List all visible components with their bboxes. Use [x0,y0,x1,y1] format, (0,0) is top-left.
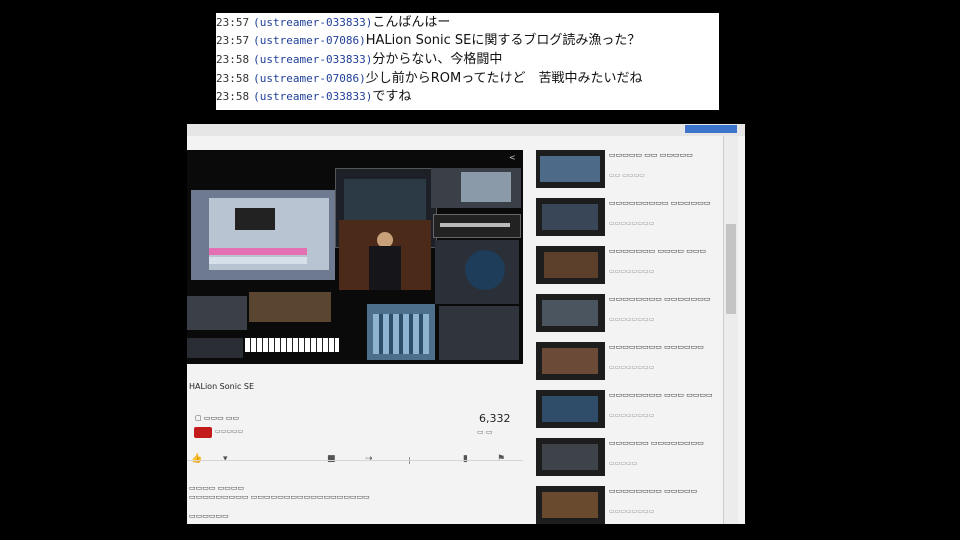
related-video-item[interactable]: ▭▭▭▭▭▭▭ ▭▭▭▭ ▭▭▭ ▭▭▭▭▭▭▭▭ [536,246,721,288]
stats-icon[interactable]: ▮ [463,454,468,464]
captured-browser-screen: < HALion Sonic SE ▢ ▭▭▭ ▭▭ ▭▭▭▭▭ 6,332 ▭… [187,124,745,524]
synth-panel [435,240,519,304]
chat-message: こんばんはー [372,15,451,30]
related-video-meta: ▭▭▭▭▭▭▭▭ [609,364,655,371]
chat-line: 23:57 (ustreamer-07086)HALion Sonic SEに関す… [216,32,640,50]
chat-username[interactable]: (ustreamer-033833) [253,16,372,29]
related-video-title[interactable]: ▭▭▭▭▭ ▭▭ ▭▭▭▭▭ [609,151,719,160]
related-video-title[interactable]: ▭▭▭▭▭▭▭▭ ▭▭▭ ▭▭▭▭ [609,391,719,400]
like-icon[interactable]: 👍 [191,454,202,464]
related-video-thumbnail[interactable] [536,150,605,188]
flag-icon[interactable]: ⚑ [497,454,505,464]
mixer-window [431,168,521,208]
thumbnail-panel [249,292,331,322]
like-counts[interactable]: ▭ ▭ [477,428,492,436]
browser-top-bar [187,124,745,136]
related-video-item[interactable]: ▭▭▭▭▭▭▭▭ ▭▭▭ ▭▭▭▭ ▭▭▭▭▭▭▭▭ [536,390,721,432]
related-video-title[interactable]: ▭▭▭▭▭▭▭▭ ▭▭▭▭▭▭ [609,343,719,352]
related-video-thumbnail[interactable] [536,438,605,476]
divider [187,460,523,461]
daw-window [191,190,335,280]
description-line: ▭▭▭▭▭▭ [189,512,229,520]
scrollbar-thumb[interactable] [726,224,736,314]
channel-name[interactable]: ▢ ▭▭▭ ▭▭ [195,414,239,422]
view-count: 6,332 [479,412,511,425]
related-video-thumbnail[interactable] [536,198,605,236]
chat-timestamp: 23:57 [216,34,250,47]
related-video-thumbnail[interactable] [536,390,605,428]
related-video-meta: ▭▭▭▭▭▭▭▭ [609,268,655,275]
chat-line: 23:57 (ustreamer-033833)こんばんはー [216,14,450,32]
related-video-meta: ▭▭ ▭▭▭▭ [609,172,645,179]
related-video-meta: ▭▭▭▭▭▭▭▭ [609,412,655,419]
related-video-title[interactable]: ▭▭▭▭▭▭▭ ▭▭▭▭ ▭▭▭ [609,247,719,256]
chat-username[interactable]: (ustreamer-033833) [253,90,372,103]
chat-username[interactable]: (ustreamer-07086) [253,72,366,85]
mixer-faders [367,304,435,360]
editor-panel [439,306,519,360]
chat-username[interactable]: (ustreamer-033833) [253,53,372,66]
chat-log: 23:57 (ustreamer-033833)こんばんはー 23:57 (ustr… [216,13,719,110]
related-video-item[interactable]: ▭▭▭▭▭▭ ▭▭▭▭▭▭▭▭ ▭▭▭▭▭ [536,438,721,480]
chat-line: 23:58 (ustreamer-033833)分からない、今格闘中 [216,51,502,69]
chat-timestamp: 23:58 [216,90,250,103]
track-panel [187,296,247,330]
related-video-meta: ▭▭▭▭▭▭▭▭ [609,508,655,515]
subscriber-count: ▭▭▭▭▭ [215,428,244,435]
related-video-meta: ▭▭▭▭▭▭▭▭ [609,316,655,323]
chat-message: HALion Sonic SEに関するブログ読み漁った？ [365,33,641,48]
chat-message: ですね [372,89,412,104]
chat-message: 少し前からROMってたけど 苦戦中みたいだね [365,71,643,86]
related-video-item[interactable]: ▭▭▭▭▭▭▭▭▭ ▭▭▭▭▭▭ ▭▭▭▭▭▭▭▭ [536,198,721,240]
related-video-title[interactable]: ▭▭▭▭▭▭▭▭ ▭▭▭▭▭ [609,487,719,496]
share-icon[interactable]: < [509,153,517,162]
related-video-item[interactable]: ▭▭▭▭▭▭▭▭ ▭▭▭▭▭ ▭▭▭▭▭▭▭▭ [536,486,721,524]
dislike-icon[interactable]: ▾ [223,454,228,464]
overlay-caption [433,214,521,238]
video-title: HALion Sonic SE [189,382,255,391]
video-player[interactable]: < [187,150,523,364]
share-tab[interactable]: ⇢ [365,454,373,464]
related-video-thumbnail[interactable] [536,342,605,380]
related-video-item[interactable]: ▭▭▭▭▭▭▭▭ ▭▭▭▭▭▭ ▭▭▭▭▭▭▭▭ [536,342,721,384]
description-line: ▭▭▭▭ ▭▭▭▭ [189,484,245,492]
related-video-meta: ▭▭▭▭▭▭▭▭ [609,220,655,227]
related-video-thumbnail[interactable] [536,294,605,332]
chat-message: 分からない、今格闘中 [372,52,503,67]
chat-line: 23:58 (ustreamer-07086)少し前からROMってたけど 苦戦中み… [216,70,643,88]
piano-keyboard [245,338,339,352]
related-video-title[interactable]: ▭▭▭▭▭▭▭▭ ▭▭▭▭▭▭▭ [609,295,719,304]
sign-in-button[interactable] [685,125,737,133]
page-scrollbar[interactable] [723,136,738,524]
related-video-item[interactable]: ▭▭▭▭▭▭▭▭ ▭▭▭▭▭▭▭ ▭▭▭▭▭▭▭▭ [536,294,721,336]
chat-timestamp: 23:58 [216,72,250,85]
description-line: ▭▭▭▭▭▭▭▭▭ ▭▭▭▭▭▭▭▭▭▭▭▭▭▭▭▭▭▭ [189,493,370,501]
related-video-title[interactable]: ▭▭▭▭▭▭ ▭▭▭▭▭▭▭▭ [609,439,719,448]
chat-timestamp: 23:57 [216,16,250,29]
webcam-presenter [339,220,431,290]
chat-username[interactable]: (ustreamer-07086) [253,34,366,47]
related-video-thumbnail[interactable] [536,246,605,284]
related-video-thumbnail[interactable] [536,486,605,524]
related-video-title[interactable]: ▭▭▭▭▭▭▭▭▭ ▭▭▭▭▭▭ [609,199,719,208]
transport-panel [187,338,243,358]
chat-timestamp: 23:58 [216,53,250,66]
related-video-meta: ▭▭▭▭▭ [609,460,638,467]
chat-line: 23:58 (ustreamer-033833)ですね [216,88,411,106]
about-tab[interactable]: ■ [327,454,336,464]
related-video-item[interactable]: ▭▭▭▭▭ ▭▭ ▭▭▭▭▭ ▭▭ ▭▭▭▭ [536,150,721,192]
subscribe-button[interactable] [194,427,212,438]
